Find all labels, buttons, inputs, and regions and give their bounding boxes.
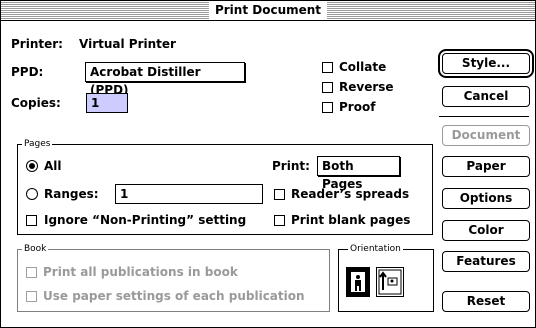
pages-group-title: Pages xyxy=(22,139,53,149)
options-button[interactable]: Options xyxy=(442,188,530,209)
style-button[interactable]: Style... xyxy=(442,53,530,74)
print-label: Print: xyxy=(272,159,310,173)
all-pages-label: All xyxy=(44,159,62,173)
ppd-popup[interactable]: Acrobat Distiller (PPD) xyxy=(85,62,245,97)
print-all-publications-label: Print all publications in book xyxy=(43,265,238,279)
book-group-title: Book xyxy=(22,244,49,254)
reverse-label: Reverse xyxy=(339,80,394,94)
proof-label: Proof xyxy=(339,100,376,114)
landscape-orientation-icon[interactable] xyxy=(376,267,404,297)
ranges-input[interactable]: 1 xyxy=(115,184,263,204)
features-button[interactable]: Features xyxy=(442,251,530,272)
print-blank-pages-checkbox[interactable] xyxy=(274,215,285,226)
ignore-nonprinting-label: Ignore “Non-Printing” setting xyxy=(44,213,247,227)
readers-spreads-label: Reader’s spreads xyxy=(291,187,410,201)
all-pages-radio[interactable] xyxy=(26,160,38,172)
readers-spreads-checkbox[interactable] xyxy=(274,189,285,200)
use-paper-settings-checkbox[interactable] xyxy=(26,291,37,302)
reset-button[interactable]: Reset xyxy=(442,291,530,312)
copies-label: Copies: xyxy=(11,96,61,110)
ranges-radio[interactable] xyxy=(26,188,38,200)
cancel-button[interactable]: Cancel xyxy=(442,86,530,107)
button-separator xyxy=(439,116,529,117)
reverse-checkbox[interactable] xyxy=(322,82,333,93)
ignore-nonprinting-checkbox[interactable] xyxy=(26,215,37,226)
printer-label: Printer: xyxy=(11,37,63,51)
color-button[interactable]: Color xyxy=(442,220,530,241)
collate-checkbox[interactable] xyxy=(322,62,333,73)
collate-label: Collate xyxy=(339,60,387,74)
ranges-label: Ranges: xyxy=(44,187,99,201)
copies-input[interactable]: 1 xyxy=(86,93,128,113)
proof-checkbox[interactable] xyxy=(322,102,333,113)
use-paper-settings-label: Use paper settings of each publication xyxy=(43,289,305,303)
printer-name: Virtual Printer xyxy=(79,37,176,51)
print-blank-pages-label: Print blank pages xyxy=(291,213,411,227)
print-pages-popup[interactable]: Both Pages xyxy=(317,156,400,191)
print-document-dialog: Print Document Printer: Virtual Printer … xyxy=(0,0,536,328)
portrait-orientation-icon[interactable] xyxy=(346,267,370,297)
title-bar[interactable]: Print Document xyxy=(1,1,535,21)
document-button[interactable]: Document xyxy=(442,125,530,146)
orientation-group-title: Orientation xyxy=(348,244,403,254)
paper-button[interactable]: Paper xyxy=(442,156,530,177)
ppd-label: PPD: xyxy=(11,65,44,79)
print-all-publications-checkbox[interactable] xyxy=(26,267,37,278)
window-title: Print Document xyxy=(208,2,328,19)
